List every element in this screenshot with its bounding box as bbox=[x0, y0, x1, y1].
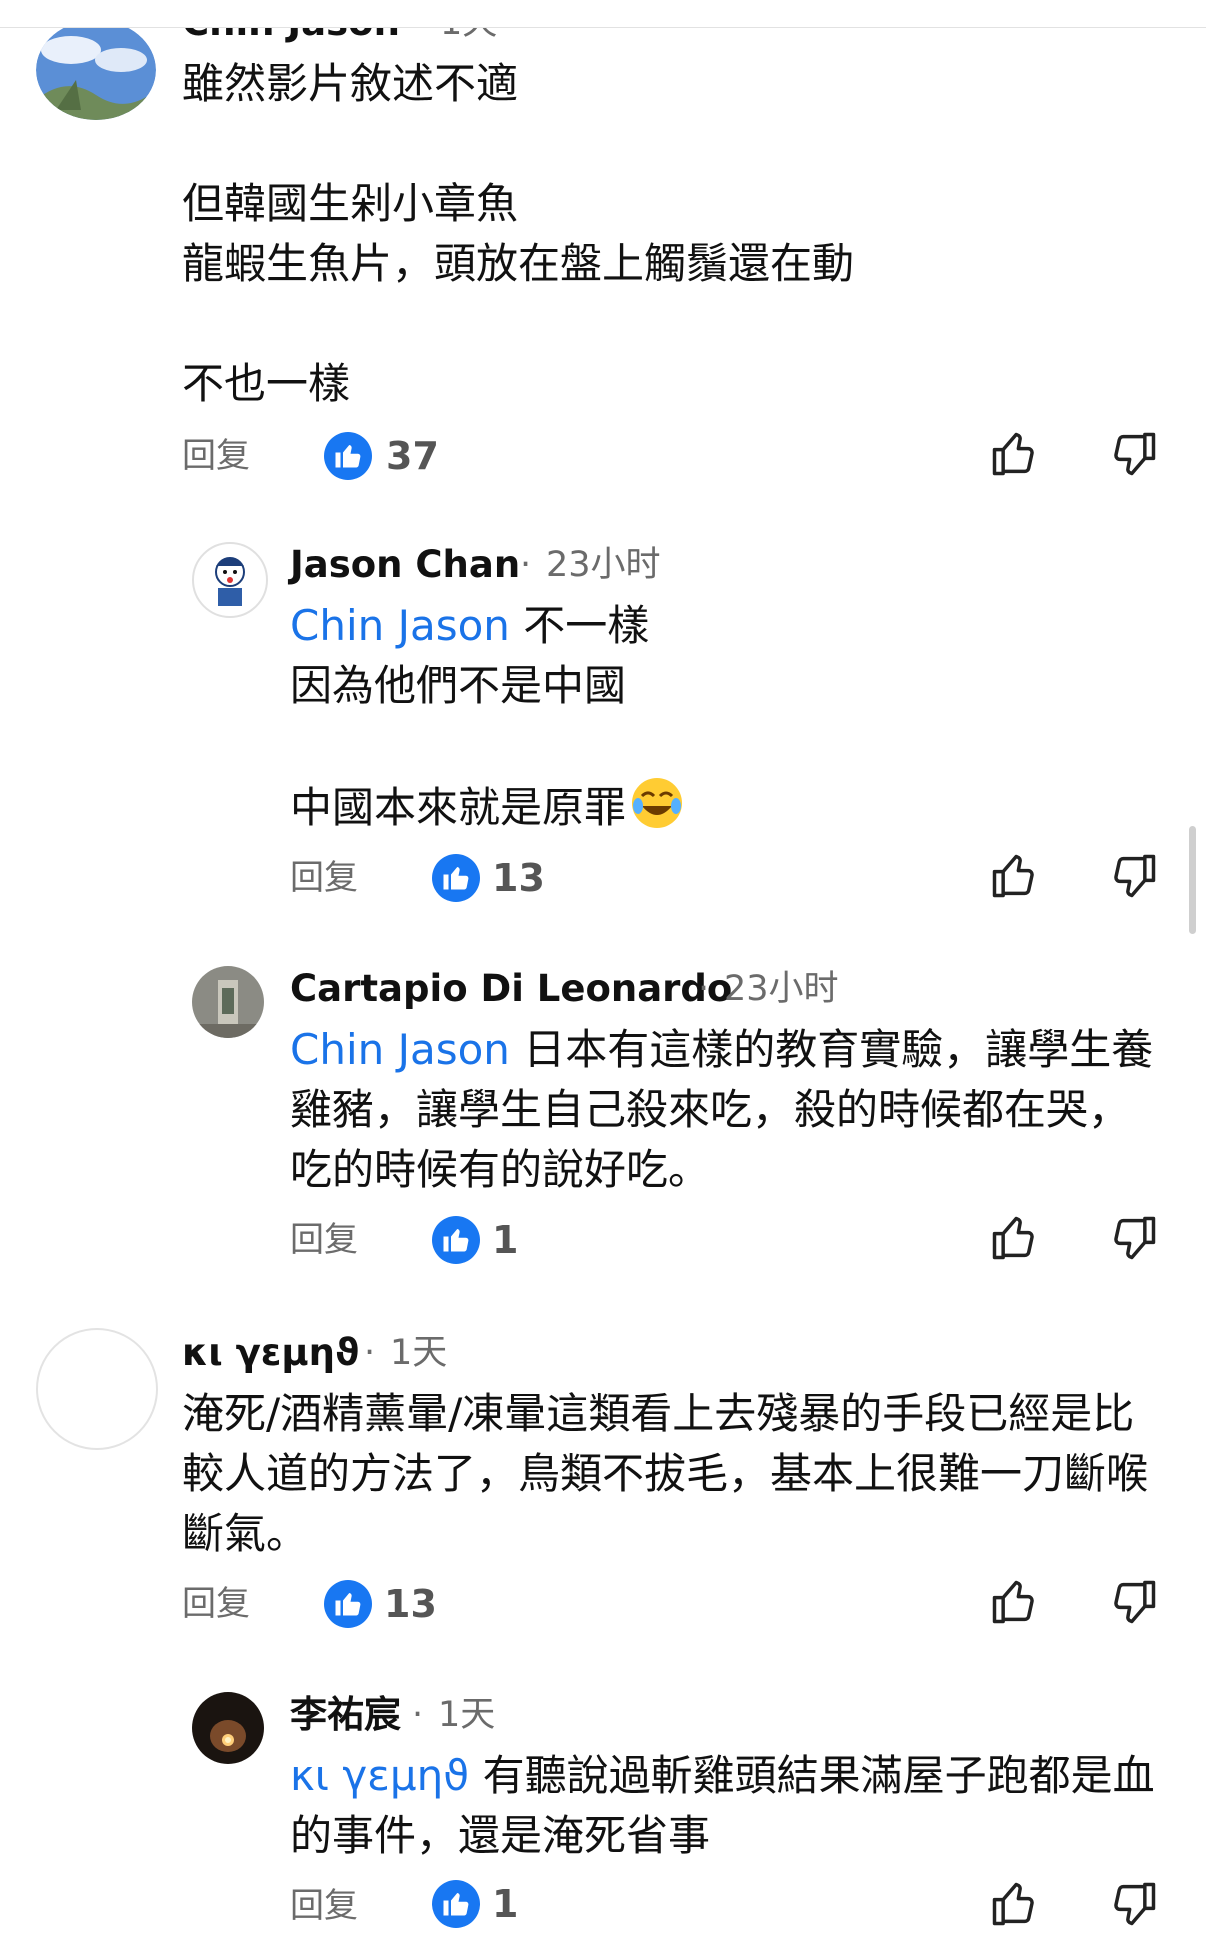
like-badge-icon bbox=[432, 1216, 480, 1264]
comment-time: 1天 bbox=[390, 1333, 448, 1373]
comment-text-line: 中國本來就是原罪 bbox=[290, 776, 684, 846]
comment-text-line: 但韓國生剁小章魚 bbox=[182, 179, 519, 228]
mention-link[interactable]: κι γεμηϑ bbox=[290, 1751, 469, 1800]
thumbs-down-icon[interactable] bbox=[1108, 850, 1160, 902]
like-badge-icon bbox=[324, 1580, 372, 1628]
comment-author[interactable]: κι γεμηϑ bbox=[182, 1330, 359, 1376]
like-badge-icon bbox=[432, 854, 480, 902]
comment-time: 23小时 bbox=[546, 545, 661, 585]
separator-dot: · bbox=[364, 1333, 376, 1373]
thumbs-up-icon[interactable] bbox=[988, 1878, 1040, 1930]
separator-dot: · bbox=[412, 1695, 424, 1735]
reply-button[interactable]: 回复 bbox=[182, 1582, 250, 1626]
comment-text: Chin Jason 日本有這樣的教育實驗，讓學生養雞豬，讓學生自己殺來吃，殺的… bbox=[290, 1020, 1170, 1200]
comment-text: 淹死/酒精薰暈/凍暈這類看上去殘暴的手段已經是比較人道的方法了，鳥類不拔毛，基本… bbox=[182, 1389, 1149, 1558]
comment-text: κι γεμηϑ 有聽說過斬雞頭結果滿屋子跑都是血的事件，還是淹死省事 bbox=[290, 1746, 1170, 1866]
like-count: 37 bbox=[386, 434, 439, 478]
reply-button[interactable]: 回复 bbox=[290, 1218, 358, 1262]
comment-text-line: 不也一樣 bbox=[182, 359, 351, 408]
thumbs-down-icon[interactable] bbox=[1108, 428, 1160, 480]
comment-text: 不一樣 bbox=[509, 601, 650, 650]
like-count: 1 bbox=[492, 1882, 519, 1926]
reply-button[interactable]: 回复 bbox=[290, 856, 358, 900]
comment-text-line: Chin Jason 不一樣 bbox=[290, 596, 649, 656]
reply-button[interactable]: 回复 bbox=[182, 434, 250, 478]
comment-time: 1天 bbox=[438, 1695, 496, 1735]
comment-author[interactable]: Cartapio Di Leonardo bbox=[290, 966, 732, 1012]
laughing-emoji-icon bbox=[630, 776, 684, 846]
thumbs-up-icon[interactable] bbox=[988, 850, 1040, 902]
reply-button[interactable]: 回复 bbox=[290, 1884, 358, 1928]
avatar-li-youchen[interactable] bbox=[192, 1692, 264, 1764]
like-badge-icon bbox=[432, 1880, 480, 1928]
thumbs-down-icon[interactable] bbox=[1108, 1576, 1160, 1628]
thumbs-up-icon[interactable] bbox=[988, 1212, 1040, 1264]
comment-text-line: 雖然影片敘述不適 bbox=[182, 59, 519, 108]
mention-link[interactable]: Chin Jason bbox=[290, 1025, 510, 1074]
scrollbar[interactable] bbox=[1189, 826, 1196, 934]
thumbs-down-icon[interactable] bbox=[1108, 1878, 1160, 1930]
separator-dot: · bbox=[520, 545, 532, 585]
comment-text-line: 因為他們不是中國 bbox=[290, 661, 627, 710]
top-bar-overlay bbox=[0, 0, 1206, 27]
avatar-chin-jason[interactable] bbox=[36, 20, 156, 120]
avatar-jason-chan[interactable] bbox=[192, 542, 268, 618]
thumbs-up-icon[interactable] bbox=[988, 428, 1040, 480]
separator-dot: · bbox=[698, 969, 710, 1009]
like-count: 13 bbox=[384, 1582, 437, 1626]
comment-author[interactable]: 李祐宸 bbox=[290, 1692, 401, 1738]
comment-time: 23小时 bbox=[724, 969, 839, 1009]
comment-text: 中國本來就是原罪 bbox=[290, 783, 627, 832]
like-count: 13 bbox=[492, 856, 545, 900]
avatar-cartapio[interactable] bbox=[192, 966, 264, 1038]
like-badge-icon bbox=[324, 432, 372, 480]
avatar-default[interactable] bbox=[36, 1328, 158, 1450]
comment-author[interactable]: Jason Chan bbox=[290, 542, 520, 588]
like-count: 1 bbox=[492, 1218, 519, 1262]
thumbs-up-icon[interactable] bbox=[988, 1576, 1040, 1628]
comment-text-line: 龍蝦生魚片，頭放在盤上觸鬚還在動 bbox=[182, 239, 855, 288]
mention-link[interactable]: Chin Jason bbox=[290, 601, 510, 650]
thumbs-down-icon[interactable] bbox=[1108, 1212, 1160, 1264]
